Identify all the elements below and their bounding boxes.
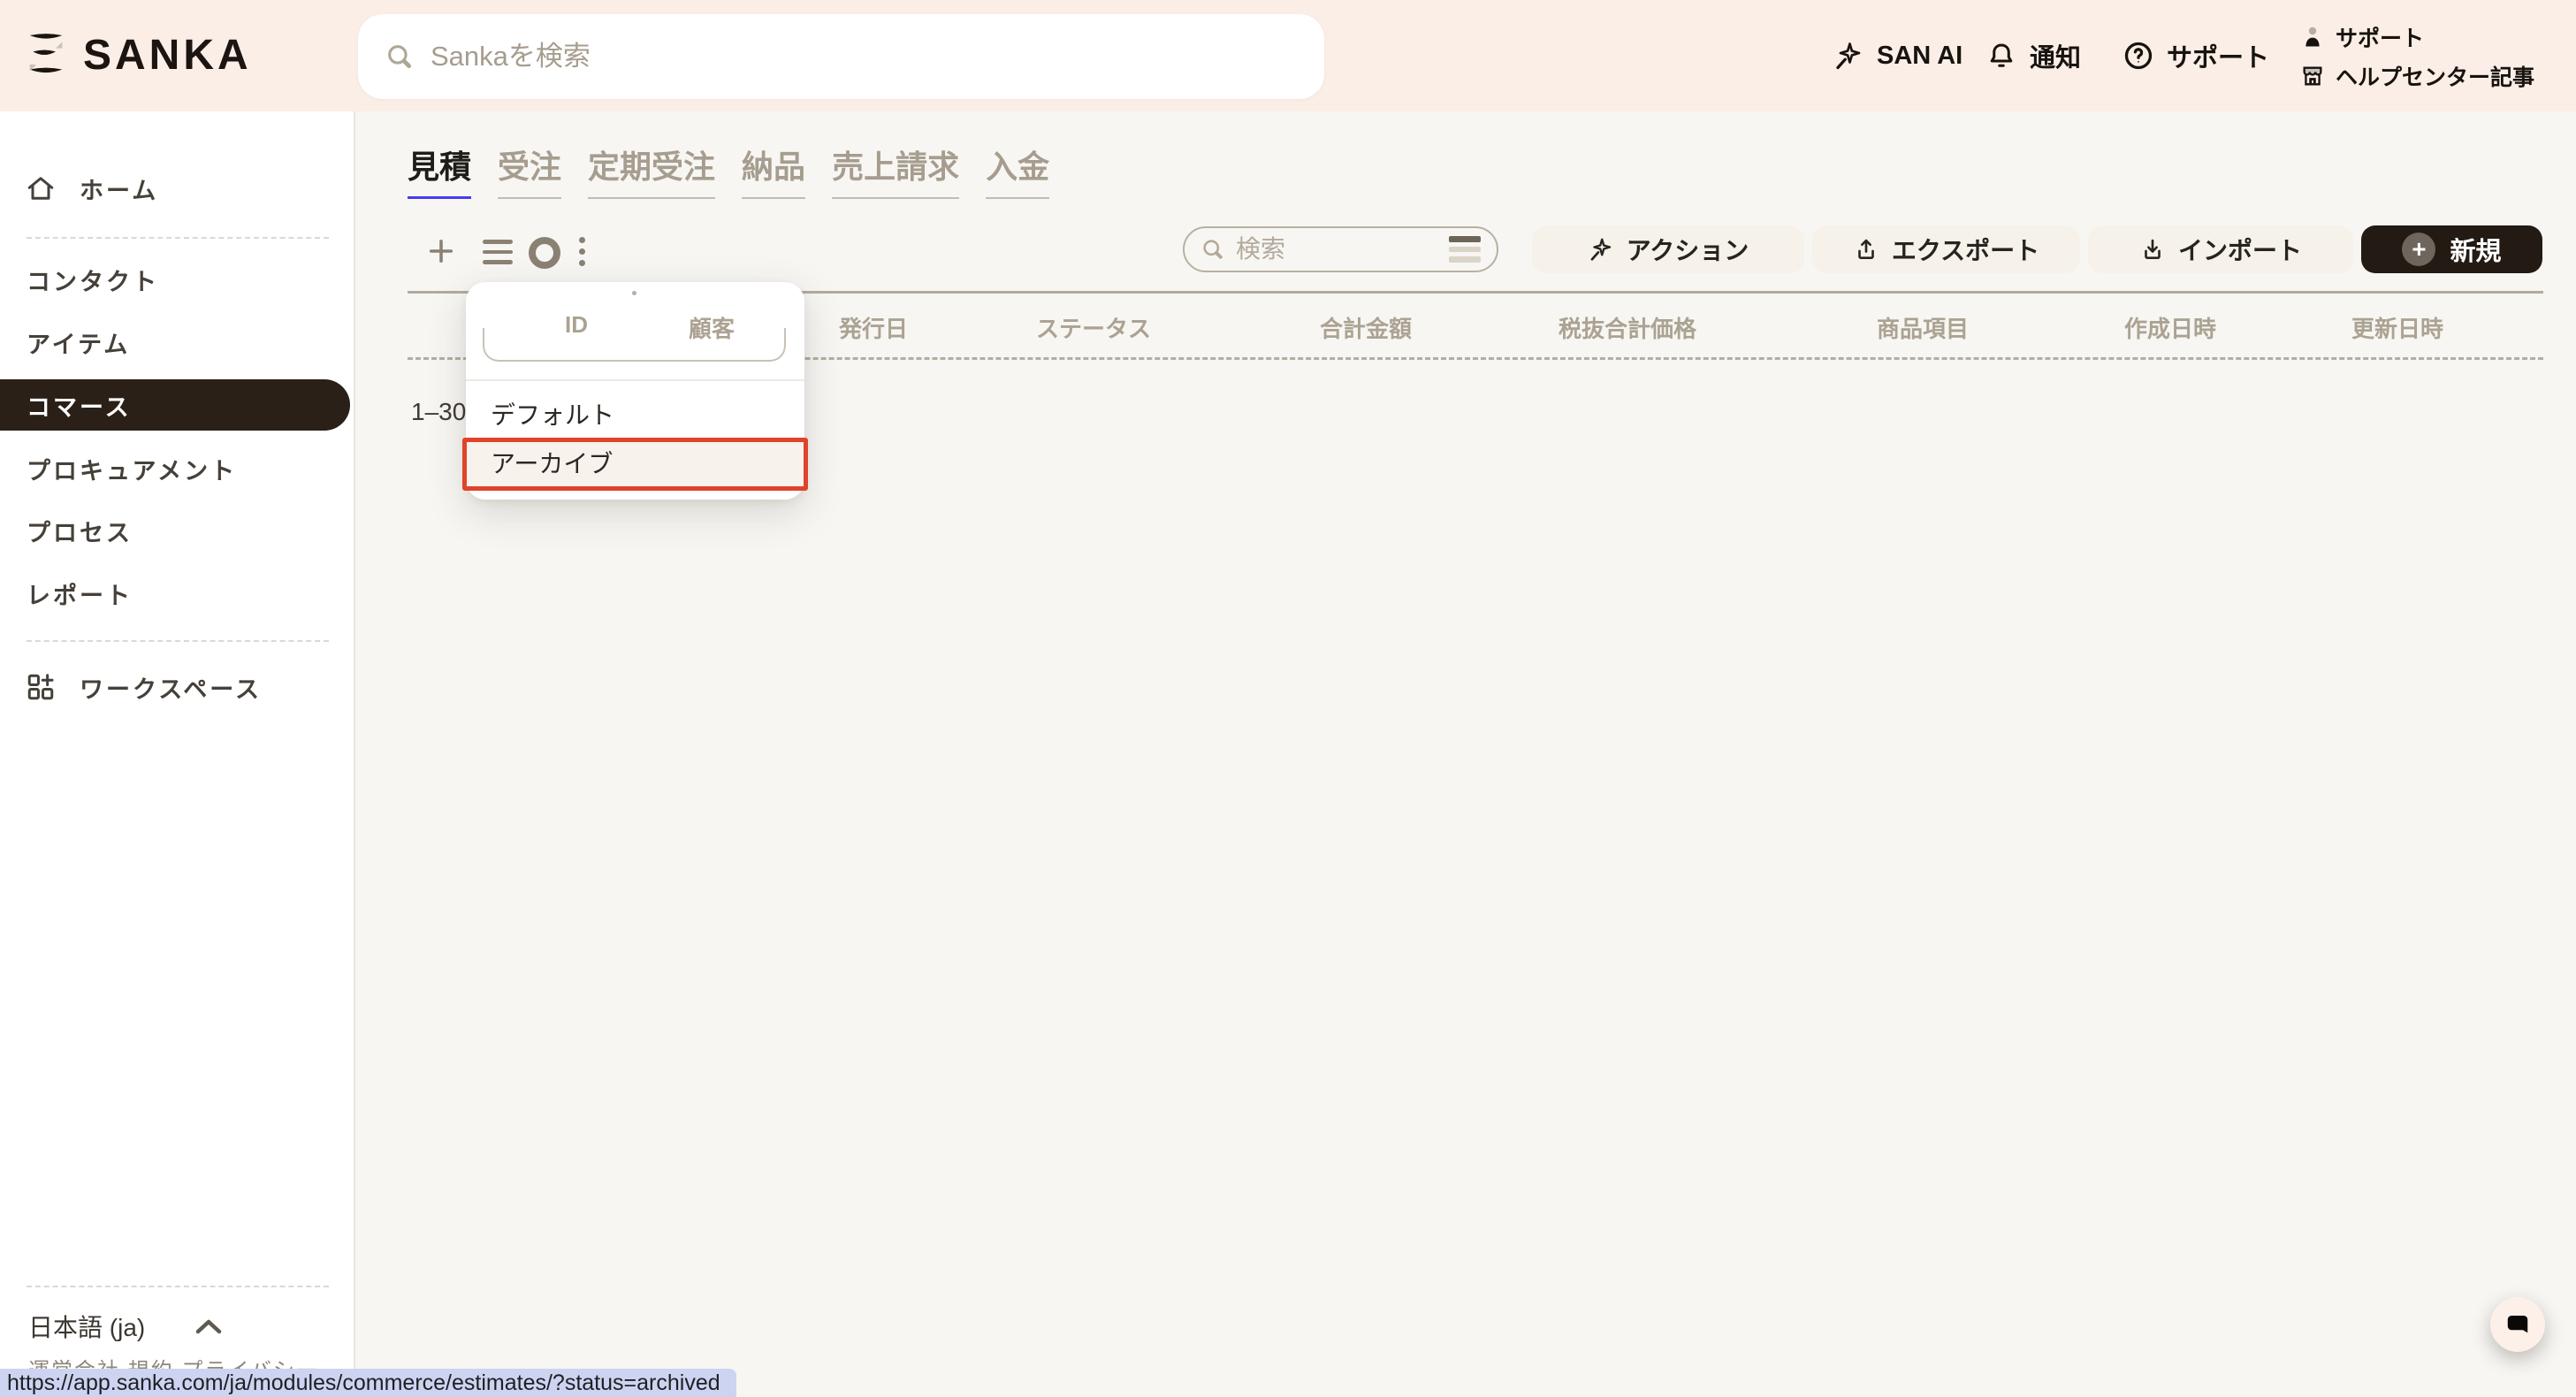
san-ai-button[interactable]: SAN AI	[1833, 0, 1962, 111]
tab-orders[interactable]: 受注	[498, 141, 561, 199]
export-button[interactable]: エクスポート	[1812, 225, 2080, 273]
view-option-default[interactable]: デフォルト	[466, 393, 804, 438]
sparkle-wand-icon	[1833, 40, 1864, 72]
store-icon	[2300, 64, 2325, 88]
export-label: エクスポート	[1892, 232, 2039, 267]
language-label: 日本語 (ja)	[28, 1309, 145, 1344]
support-button[interactable]: サポート	[2123, 0, 2269, 111]
sidebar-home-label: ホーム	[57, 172, 158, 206]
sidebar-workspace-label: ワークスペース	[57, 670, 262, 705]
tab-sales-invoices[interactable]: 売上請求	[832, 141, 959, 199]
tab-deliveries[interactable]: 納品	[742, 141, 805, 199]
app-window: SANKA SAN AI 通知	[0, 0, 2576, 1397]
user-menu[interactable]: サポート ヘルプセンター記事	[2300, 21, 2534, 92]
home-icon	[25, 172, 57, 204]
column-header-issue-date[interactable]: 発行日	[839, 311, 908, 344]
sidebar-item-process[interactable]: プロセス	[0, 509, 354, 552]
sidebar-commerce-label: コマース	[0, 388, 132, 423]
column-header-customer[interactable]: 顧客	[689, 311, 735, 344]
sidebar-item-procurement[interactable]: プロキュアメント	[0, 447, 354, 490]
topbar: SANKA SAN AI 通知	[0, 0, 2576, 111]
view-filter-input[interactable]	[483, 328, 786, 362]
notifications-button[interactable]: 通知	[1985, 0, 2081, 111]
plus-icon: +	[2402, 233, 2435, 266]
import-label: インポート	[2178, 232, 2302, 267]
sidebar-process-label: プロセス	[0, 514, 133, 548]
sidebar-contacts-label: コンタクト	[0, 263, 159, 297]
sidebar-procurement-label: プロキュアメント	[0, 452, 237, 486]
search-icon	[385, 42, 415, 72]
tab-estimates[interactable]: 見積	[408, 141, 471, 199]
add-view-icon[interactable]	[425, 235, 457, 267]
sidebar-divider	[27, 237, 329, 239]
new-label: 新規	[2450, 231, 2501, 268]
import-button[interactable]: インポート	[2088, 225, 2353, 273]
global-search-input[interactable]	[431, 41, 1298, 73]
new-button[interactable]: + 新規	[2361, 225, 2542, 273]
sparkle-wand-icon	[1588, 236, 1614, 263]
user-support-row[interactable]: サポート	[2300, 21, 2534, 53]
bell-icon	[1985, 40, 2017, 72]
help-center-label: ヘルプセンター記事	[2336, 60, 2534, 92]
sidebar-item-reports[interactable]: レポート	[0, 572, 354, 615]
sidebar-divider	[27, 1286, 329, 1287]
sidebar-footer-links[interactable]: 運営会社 規約 プライバシー	[28, 1353, 319, 1369]
dropdown-caret-dot	[632, 291, 636, 295]
tab-recurring-orders[interactable]: 定期受注	[588, 141, 715, 199]
column-header-subtotal[interactable]: 税抜合計価格	[1559, 311, 1696, 344]
sidebar-item-workspace[interactable]: ワークスペース	[0, 666, 354, 708]
workspace-grid-plus-icon	[25, 671, 57, 703]
sidebar-item-home[interactable]: ホーム	[0, 167, 354, 210]
module-tabs: 見積 受注 定期受注 納品 売上請求 入金	[408, 141, 1049, 199]
search-icon	[1200, 237, 1225, 262]
more-options-icon[interactable]	[579, 237, 585, 266]
chat-widget-button[interactable]	[2490, 1297, 2545, 1352]
sanka-logo-icon	[27, 30, 65, 80]
export-icon	[1853, 236, 1879, 263]
chat-bubble-icon	[2504, 1311, 2531, 1338]
sanka-logo[interactable]: SANKA	[27, 30, 252, 80]
view-dropdown-menu: デフォルト アーカイブ	[466, 282, 804, 500]
pagination-range: 1–30	[411, 398, 466, 426]
filter-icon[interactable]	[1449, 236, 1481, 263]
list-view-icon[interactable]	[483, 240, 513, 264]
tab-payments[interactable]: 入金	[986, 141, 1049, 199]
column-header-status[interactable]: ステータス	[1036, 311, 1151, 344]
person-icon	[2300, 25, 2325, 50]
notifications-label: 通知	[2030, 37, 2081, 74]
import-icon	[2139, 236, 2166, 263]
table-search-input[interactable]	[1236, 235, 1438, 263]
logo-text: SANKA	[83, 31, 252, 80]
user-support-label: サポート	[2336, 21, 2424, 53]
view-option-archive-highlighted[interactable]: アーカイブ	[462, 438, 808, 491]
sidebar-item-commerce-active[interactable]: コマース	[0, 379, 350, 431]
column-header-id[interactable]: ID	[565, 311, 588, 339]
help-center-row[interactable]: ヘルプセンター記事	[2300, 60, 2534, 92]
column-header-created-at[interactable]: 作成日時	[2124, 311, 2216, 344]
global-search[interactable]	[358, 14, 1324, 99]
sidebar-item-items[interactable]: アイテム	[0, 321, 354, 363]
sidebar-divider	[27, 640, 329, 642]
column-header-line-items[interactable]: 商品項目	[1877, 311, 1969, 344]
table-search[interactable]	[1183, 226, 1498, 272]
chevron-up-icon	[194, 1317, 223, 1335]
support-label: サポート	[2167, 37, 2269, 74]
sidebar-items-label: アイテム	[0, 325, 130, 360]
sidebar-item-contacts[interactable]: コンタクト	[0, 258, 354, 301]
browser-status-bar: https://app.sanka.com/ja/modules/commerc…	[0, 1369, 736, 1397]
sidebar: ホーム コンタクト アイテム コマース プロキュアメント プロセス レポート	[0, 111, 355, 1397]
dropdown-divider	[466, 379, 804, 381]
column-header-updated-at[interactable]: 更新日時	[2351, 311, 2443, 344]
action-label: アクション	[1627, 232, 1749, 267]
action-button[interactable]: アクション	[1532, 225, 1804, 273]
san-ai-label: SAN AI	[1877, 42, 1962, 71]
column-header-total[interactable]: 合計金額	[1320, 311, 1412, 344]
status-circle-icon[interactable]	[529, 237, 560, 269]
language-selector[interactable]: 日本語 (ja)	[28, 1309, 223, 1344]
question-circle-icon	[2123, 40, 2154, 72]
sidebar-reports-label: レポート	[0, 576, 133, 611]
